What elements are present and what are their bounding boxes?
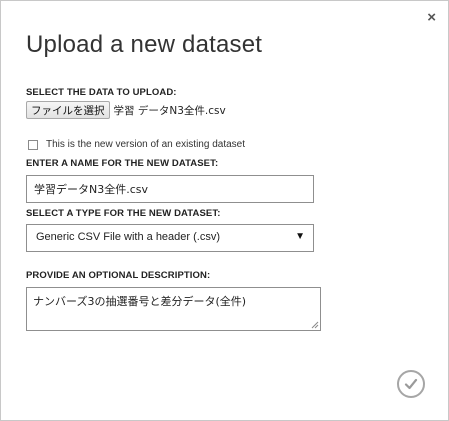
file-picker: ファイルを選択 学習 データN3全件.csv xyxy=(26,101,226,119)
dataset-type-label: SELECT A TYPE FOR THE NEW DATASET: xyxy=(26,208,221,219)
dataset-type-selected-value: Generic CSV File with a header (.csv) xyxy=(36,231,221,243)
new-version-label: This is the new version of an existing d… xyxy=(46,139,245,150)
choose-file-button[interactable]: ファイルを選択 xyxy=(26,101,110,119)
description-textarea[interactable]: ナンバーズ3の抽選番号と差分データ(全件) xyxy=(26,287,321,331)
selected-file-name: 学習 データN3全件.csv xyxy=(113,104,226,117)
upload-dataset-dialog: × Upload a new dataset SELECT THE DATA T… xyxy=(0,0,449,421)
dataset-type-select[interactable]: Generic CSV File with a header (.csv) ▼ xyxy=(26,224,314,252)
chevron-down-icon: ▼ xyxy=(295,231,305,242)
description-label: PROVIDE AN OPTIONAL DESCRIPTION: xyxy=(26,270,211,281)
new-version-checkbox[interactable] xyxy=(28,139,38,150)
dataset-name-input[interactable]: 学習データN3全件.csv xyxy=(26,175,314,203)
resize-grip-icon[interactable] xyxy=(311,321,319,329)
upload-label: SELECT THE DATA TO UPLOAD: xyxy=(26,87,177,98)
ok-button[interactable] xyxy=(397,370,425,398)
description-text: ナンバーズ3の抽選番号と差分データ(全件) xyxy=(33,295,247,308)
new-version-option: This is the new version of an existing d… xyxy=(28,139,245,150)
dialog-title: Upload a new dataset xyxy=(26,31,263,58)
dataset-name-label: ENTER A NAME FOR THE NEW DATASET: xyxy=(26,158,219,169)
close-icon[interactable]: × xyxy=(427,10,436,26)
checkmark-icon xyxy=(404,378,418,390)
